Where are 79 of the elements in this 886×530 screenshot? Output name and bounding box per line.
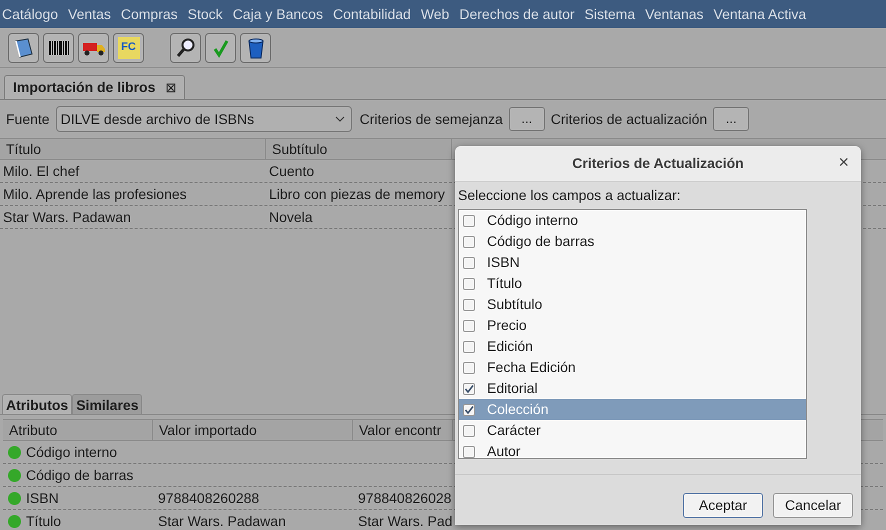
toolbar-button[interactable] (8, 32, 39, 62)
checkbox[interactable] (463, 236, 475, 248)
toolbar-button[interactable]: FC (113, 32, 144, 62)
dialog-title: Criterios de Actualización (572, 154, 744, 173)
similarity-label: Criterios de semejanza (360, 110, 503, 129)
checkbox[interactable] (463, 424, 475, 436)
menu-item[interactable]: Ventanas (645, 4, 704, 24)
source-label: Fuente (6, 110, 50, 128)
menu-item[interactable]: Stock (188, 4, 223, 24)
menu-item[interactable]: Compras (120, 4, 178, 24)
table-cell-text: Libro con piezas de memory (268, 184, 446, 204)
table-cell-text: Star Wars. Padawan (158, 512, 286, 530)
menu-item[interactable]: Caja y Bancos (232, 4, 323, 24)
checkbox[interactable] (463, 362, 475, 374)
detail-tab[interactable]: Atributos (2, 394, 72, 414)
similarity-button[interactable]: ... (508, 107, 545, 131)
field-item[interactable]: ISBN (459, 252, 806, 273)
toolbar-button[interactable] (240, 32, 271, 62)
table-cell-text: Código de barras (26, 466, 134, 485)
dialog-button[interactable]: Aceptar (683, 493, 763, 518)
field-item[interactable]: Edición (459, 336, 806, 357)
checkbox[interactable] (463, 446, 475, 458)
column-header[interactable]: Título (0, 139, 266, 159)
menu-item[interactable]: Contabilidad (332, 4, 411, 24)
checkbox[interactable] (463, 214, 475, 226)
checkbox[interactable] (463, 256, 475, 268)
menu-item[interactable]: Sistema (584, 4, 636, 24)
table-cell-text: Star Wars. Pad (358, 512, 452, 530)
table-cell-text: ISBN (26, 488, 59, 508)
column-header[interactable]: Valor importado (153, 420, 353, 440)
update-label: Criterios de actualización (550, 110, 708, 128)
menu-item[interactable]: Derechos de autor (459, 4, 575, 24)
toolbar-button[interactable] (78, 32, 109, 62)
update-button[interactable]: ... (713, 107, 750, 131)
dialog-button[interactable]: Cancelar (773, 493, 853, 518)
barcode-icon (48, 40, 70, 56)
field-item[interactable]: Código de barras (459, 231, 806, 252)
checkbox[interactable] (463, 404, 475, 416)
table-cell-text: 978840826028 (358, 488, 452, 508)
table-cell-text: Cuento (268, 162, 316, 180)
checkbox[interactable] (463, 382, 475, 394)
close-icon[interactable]: × (838, 153, 849, 171)
document-tab[interactable]: Importación de libros (13, 77, 156, 98)
menu-item[interactable]: Ventana Activa (714, 4, 806, 24)
field-item[interactable]: Subtítulo (459, 294, 806, 315)
source-dropdown[interactable]: DILVE desde archivo de ISBNs (56, 106, 352, 132)
table-cell-text: Código interno (26, 442, 118, 462)
table-cell-text: Star Wars. Padawan (2, 208, 132, 226)
field-item[interactable]: Carácter (459, 420, 806, 441)
menu-item[interactable]: Ventas (68, 4, 111, 24)
table-cell-text: Título (26, 512, 62, 530)
checkbox[interactable] (463, 320, 475, 332)
checkbox[interactable] (463, 340, 475, 352)
toolbar-button[interactable] (170, 32, 201, 62)
table-cell-text: Milo. Aprende las profesiones (2, 184, 188, 204)
column-header[interactable]: Subtítulo (266, 139, 452, 159)
table-cell-text: Milo. El chef (2, 162, 80, 180)
close-icon[interactable]: ⊠ (165, 81, 176, 94)
table-cell-text: Novela (268, 208, 314, 226)
field-item[interactable]: Código interno (459, 210, 806, 231)
field-item[interactable]: Título (459, 273, 806, 294)
dialog-prompt: Seleccione los campos a actualizar: (457, 186, 682, 205)
caret-icon (334, 116, 345, 122)
column-header[interactable]: Valor encontr (353, 420, 453, 440)
search-icon (174, 36, 196, 58)
field-item[interactable]: Editorial (459, 378, 806, 399)
table-cell-text: 9788408260288 (158, 488, 260, 508)
field-item[interactable]: Autor (459, 441, 806, 458)
field-item[interactable]: Precio (459, 315, 806, 336)
detail-tab[interactable]: Similares (72, 394, 142, 414)
menu-item[interactable]: Catálogo (2, 4, 58, 24)
field-item[interactable]: Fecha Edición (459, 357, 806, 378)
checkbox[interactable] (463, 278, 475, 290)
toolbar-button[interactable] (43, 32, 74, 62)
bin-icon (246, 36, 264, 58)
checkbox[interactable] (463, 298, 475, 310)
menu-item[interactable]: Web (420, 4, 450, 24)
book-icon (12, 36, 34, 58)
column-header[interactable]: Atributo (3, 420, 153, 440)
